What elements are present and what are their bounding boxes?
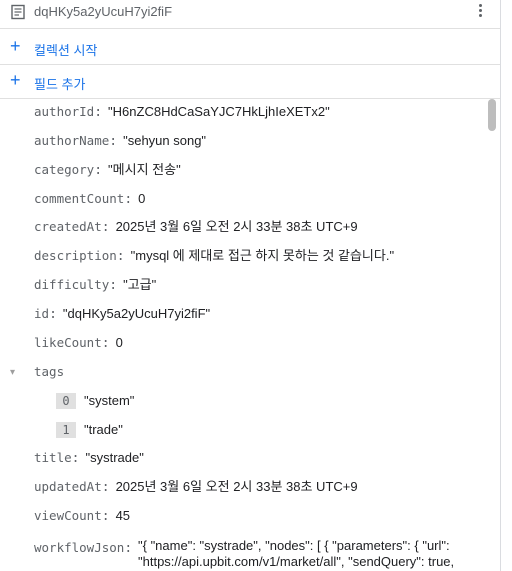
field-category[interactable]: category: "메시지 전송" [34,162,181,179]
field-viewCount[interactable]: viewCount: 45 [34,508,130,525]
field-value: "sehyun song" [123,133,207,148]
add-field-label: 필드 추가 [34,77,86,92]
field-createdAt[interactable]: createdAt: 2025년 3월 6일 오전 2시 33분 38초 UTC+… [34,219,358,236]
plus-icon: + [10,70,21,90]
field-key: workflowJson [34,540,125,555]
document-header: dqHKy5a2yUcuH7yi2fiF [0,0,500,29]
field-key: commentCount [34,191,125,206]
expand-toggle-icon[interactable]: ▾ [10,367,15,378]
field-title[interactable]: title: "systrade" [34,450,144,467]
field-key: updatedAt [34,479,102,494]
add-field-button[interactable]: + 필드 추가 [0,65,500,99]
field-likeCount[interactable]: likeCount: 0 [34,335,123,352]
field-key: viewCount [34,508,102,523]
array-item[interactable]: 0 "system" [56,392,134,409]
array-value: "system" [84,393,135,409]
panel-border [500,0,501,571]
field-key: category [34,162,95,177]
field-value: "고급" [123,277,157,292]
field-description[interactable]: description: "mysql 에 제대로 접근 하지 못하는 것 같습니… [34,248,394,265]
document-id: dqHKy5a2yUcuH7yi2fiF [34,4,173,19]
field-tags[interactable]: tags [34,364,64,380]
field-value: "메시지 전송" [108,162,181,177]
field-authorName[interactable]: authorName: "sehyun song" [34,133,206,150]
field-key: title [34,450,72,465]
field-workflowJson[interactable]: workflowJson: [34,540,138,557]
field-updatedAt[interactable]: updatedAt: 2025년 3월 6일 오전 2시 33분 38초 UTC+… [34,479,358,496]
field-key: createdAt [34,219,102,234]
field-value: 0 [115,335,123,350]
array-index: 1 [56,421,76,438]
field-value: 0 [138,191,146,206]
array-value: "trade" [84,422,123,438]
field-value: "dqHKy5a2yUcuH7yi2fiF" [62,306,211,321]
plus-icon: + [10,36,21,56]
add-collection-button[interactable]: + 컬렉션 시작 [0,31,500,65]
more-vert-icon[interactable] [472,2,488,22]
field-commentCount[interactable]: commentCount: 0 [34,191,145,208]
field-key: tags [34,364,65,379]
field-authorId[interactable]: authorId: "H6nZC8HdCaSaYJC7HkLjhIeXETx2" [34,104,330,121]
field-key: difficulty [34,277,110,292]
field-id[interactable]: id: "dqHKy5a2yUcuH7yi2fiF" [34,306,210,323]
field-key: likeCount [34,335,102,350]
field-value: "mysql 에 제대로 접근 하지 못하는 것 같습니다." [130,248,395,263]
field-value: 2025년 3월 6일 오전 2시 33분 38초 UTC+9 [115,219,358,234]
scrollbar[interactable] [488,99,496,131]
field-key: id [34,306,50,321]
field-value: "{ "name": "systrade", "nodes": [ { "par… [138,538,455,569]
field-value: 2025년 3월 6일 오전 2시 33분 38초 UTC+9 [115,479,358,494]
field-key: authorName [34,133,110,148]
array-item[interactable]: 1 "trade" [56,421,123,438]
add-collection-label: 컬렉션 시작 [34,43,98,58]
field-value: 45 [115,508,131,523]
field-value: "systrade" [85,450,144,465]
array-index: 0 [56,392,76,409]
document-icon [11,4,25,20]
field-difficulty[interactable]: difficulty: "고급" [34,277,156,294]
field-value: "H6nZC8HdCaSaYJC7HkLjhIeXETx2" [108,104,330,119]
field-key: description [34,248,117,263]
field-key: authorId [34,104,95,119]
